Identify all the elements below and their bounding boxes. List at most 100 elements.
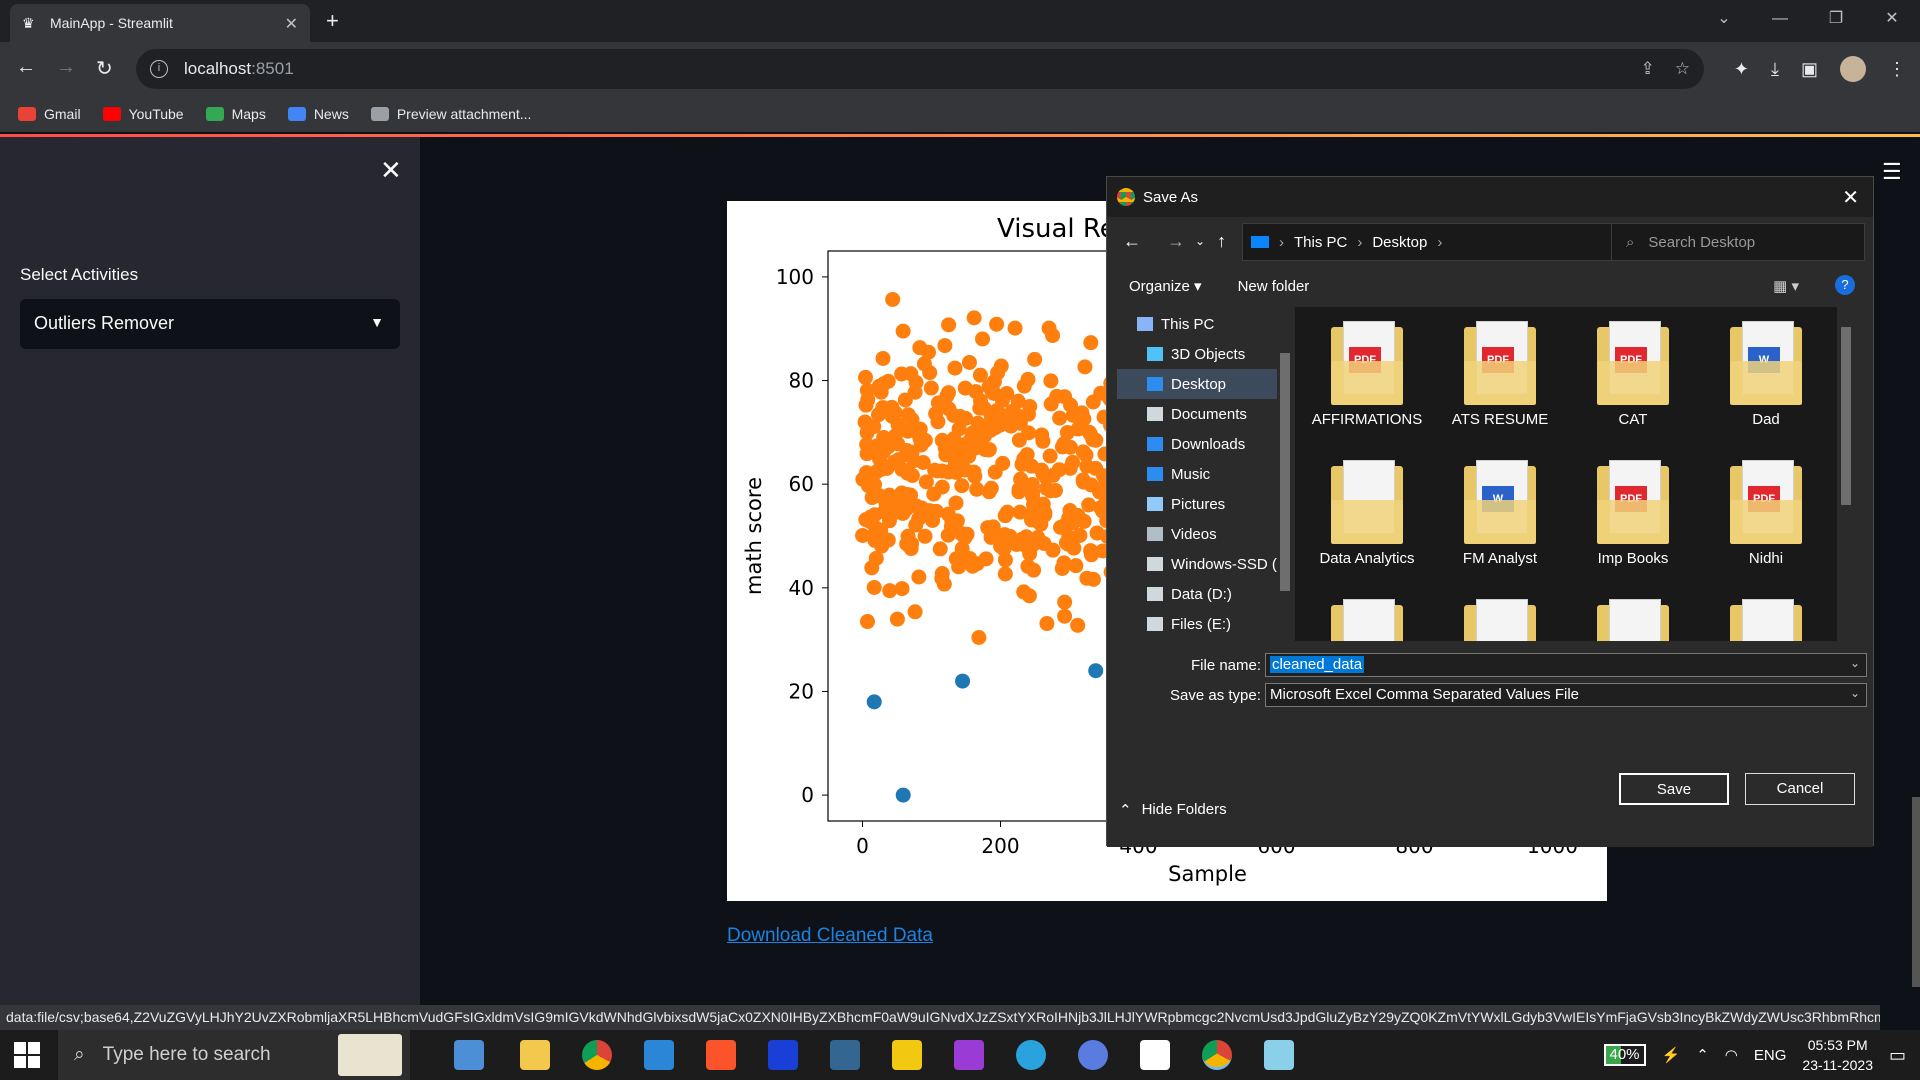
close-sidebar-icon[interactable]: ✕ — [380, 155, 402, 186]
tree-item-5[interactable]: Music — [1147, 459, 1210, 489]
address-bar[interactable]: i localhost:8501 ⇪ ☆ — [136, 49, 1704, 89]
close-tab-icon[interactable]: ✕ — [285, 14, 298, 34]
folder-item[interactable]: W Dad — [1706, 321, 1826, 428]
folder-item-partial[interactable] — [1307, 599, 1427, 641]
new-folder-button[interactable]: New folder — [1238, 278, 1310, 295]
chrome-app-icon[interactable] — [582, 1040, 612, 1070]
tree-item-8[interactable]: Windows-SSD ( — [1147, 549, 1277, 579]
search-desktop-input[interactable]: ⌕ Search Desktop — [1611, 223, 1865, 261]
wifi-icon[interactable]: ◠ — [1725, 1046, 1738, 1064]
tree-item-9[interactable]: Data (D:) — [1147, 579, 1232, 609]
scrollbar-thumb[interactable] — [1912, 797, 1920, 987]
restore-button[interactable]: ❐ — [1808, 0, 1864, 42]
hide-folders-button[interactable]: ⌃ Hide Folders — [1119, 801, 1227, 819]
bookmark-4[interactable]: Preview attachment... — [370, 106, 531, 122]
clock[interactable]: 05:53 PM 23-11-2023 — [1802, 1035, 1873, 1075]
folder-item-partial[interactable] — [1573, 599, 1693, 641]
tree-item-4[interactable]: Downloads — [1147, 429, 1245, 459]
folder-item[interactable]: PDF Imp Books — [1573, 460, 1693, 567]
recent-locations-icon[interactable]: ⌄ — [1195, 234, 1205, 248]
extensions-icon[interactable]: ✦ — [1734, 59, 1749, 80]
battery-indicator[interactable]: 40% — [1603, 1044, 1646, 1066]
profile-avatar[interactable] — [1840, 56, 1866, 82]
file-name-dropdown-icon[interactable]: ⌄ — [1850, 656, 1860, 670]
forward-arrow-icon[interactable]: → — [1167, 231, 1185, 252]
forward-icon[interactable]: → — [56, 56, 76, 79]
save-button[interactable]: Save — [1619, 773, 1729, 805]
breadcrumb-this-pc[interactable]: This PC — [1294, 234, 1347, 251]
folder-item[interactable]: W FM Analyst — [1440, 460, 1560, 567]
tree-scrollbar-thumb[interactable] — [1280, 353, 1290, 591]
save-type-select[interactable]: Microsoft Excel Comma Separated Values F… — [1265, 683, 1867, 707]
site-info-icon[interactable]: i — [150, 60, 168, 78]
breadcrumb-desktop[interactable]: Desktop — [1372, 234, 1427, 251]
tree-scrollbar[interactable] — [1277, 307, 1293, 641]
minimize-button[interactable]: — — [1752, 0, 1808, 42]
tree-item-10[interactable]: Files (E:) — [1147, 609, 1231, 639]
folder-item-partial[interactable] — [1706, 599, 1826, 641]
folder-item[interactable]: PDF AFFIRMATIONS — [1307, 321, 1427, 428]
download-cleaned-data-link[interactable]: Download Cleaned Data — [727, 925, 933, 947]
telegram-icon[interactable] — [1016, 1040, 1046, 1070]
folder-item[interactable]: PDF CAT — [1573, 321, 1693, 428]
bookmark-star-icon[interactable]: ☆ — [1675, 59, 1690, 79]
files-scrollbar-thumb[interactable] — [1841, 327, 1851, 505]
qbittorrent-icon[interactable] — [1078, 1040, 1108, 1070]
notepad-icon[interactable] — [1264, 1040, 1294, 1070]
dialog-close-icon[interactable]: ✕ — [1842, 185, 1859, 210]
tray-expand-icon[interactable]: ⌃ — [1696, 1046, 1709, 1064]
downloads-icon[interactable]: ⤓ — [1771, 59, 1779, 80]
tree-item-1[interactable]: 3D Objects — [1147, 339, 1245, 369]
files-scrollbar[interactable] — [1837, 307, 1855, 641]
help-icon[interactable]: ? — [1835, 275, 1855, 295]
notion-icon[interactable] — [1140, 1040, 1170, 1070]
intellij-icon[interactable] — [954, 1040, 984, 1070]
brave-icon[interactable] — [706, 1040, 736, 1070]
file-name-input[interactable]: cleaned_data ⌄ — [1265, 653, 1867, 677]
folder-item-partial[interactable] — [1440, 599, 1560, 641]
folder-item[interactable]: PDF ATS RESUME — [1440, 321, 1560, 428]
back-arrow-icon[interactable]: ← — [1123, 231, 1141, 252]
tab-search-icon[interactable]: ⌄ — [1696, 0, 1752, 42]
chrome-active-icon[interactable] — [1202, 1040, 1232, 1070]
linkedin-learning-icon[interactable] — [768, 1040, 798, 1070]
bookmark-3[interactable]: News — [287, 106, 349, 122]
file-transfer-app-icon[interactable] — [454, 1040, 484, 1070]
windows-start-icon[interactable] — [14, 1042, 40, 1068]
cancel-button[interactable]: Cancel — [1745, 773, 1855, 805]
page-scrollbar[interactable] — [1912, 137, 1920, 1005]
language-indicator[interactable]: ENG — [1754, 1047, 1787, 1064]
tree-item-0[interactable]: This PC — [1137, 309, 1214, 339]
save-type-dropdown-icon[interactable]: ⌄ — [1850, 686, 1860, 700]
share-icon[interactable]: ⇪ — [1641, 59, 1655, 79]
back-icon[interactable]: ← — [16, 56, 36, 79]
bookmark-label: YouTube — [128, 106, 184, 122]
tree-item-3[interactable]: Documents — [1147, 399, 1247, 429]
power-bi-icon[interactable] — [892, 1040, 922, 1070]
menu-kebab-icon[interactable]: ⋮ — [1888, 59, 1906, 80]
browser-tab[interactable]: ♛ MainApp - Streamlit ✕ — [10, 4, 310, 42]
hamburger-menu-icon[interactable]: ☰ — [1882, 159, 1902, 185]
new-tab-button[interactable]: + — [326, 8, 339, 34]
close-window-button[interactable]: ✕ — [1864, 0, 1920, 42]
organize-button[interactable]: Organize ▾ — [1129, 277, 1202, 295]
tree-item-2[interactable]: Desktop — [1117, 369, 1285, 399]
notifications-icon[interactable]: ▭ — [1889, 1045, 1906, 1066]
bookmark-1[interactable]: YouTube — [102, 106, 184, 122]
bookmark-2[interactable]: Maps — [205, 106, 266, 122]
folder-item[interactable]: PDF Nidhi — [1706, 460, 1826, 567]
tree-item-6[interactable]: Pictures — [1147, 489, 1225, 519]
view-options-icon[interactable]: ▦ ▾ — [1773, 277, 1799, 295]
postgresql-icon[interactable] — [830, 1040, 860, 1070]
tree-item-7[interactable]: Videos — [1147, 519, 1217, 549]
reload-icon[interactable]: ↻ — [96, 56, 113, 81]
activities-select[interactable]: Outliers Remover ▼ — [20, 299, 400, 349]
folder-item[interactable]: Data Analytics — [1307, 460, 1427, 567]
up-arrow-icon[interactable]: ↑ — [1217, 231, 1226, 252]
tree-item-label: Music — [1171, 465, 1211, 483]
side-panel-icon[interactable]: ▣ — [1801, 59, 1818, 80]
file-explorer-icon[interactable] — [520, 1040, 550, 1070]
bookmark-0[interactable]: Gmail — [18, 106, 81, 122]
vscode-icon[interactable] — [644, 1040, 674, 1070]
taskbar-search-box[interactable]: ⌕ Type here to search — [58, 1030, 410, 1080]
